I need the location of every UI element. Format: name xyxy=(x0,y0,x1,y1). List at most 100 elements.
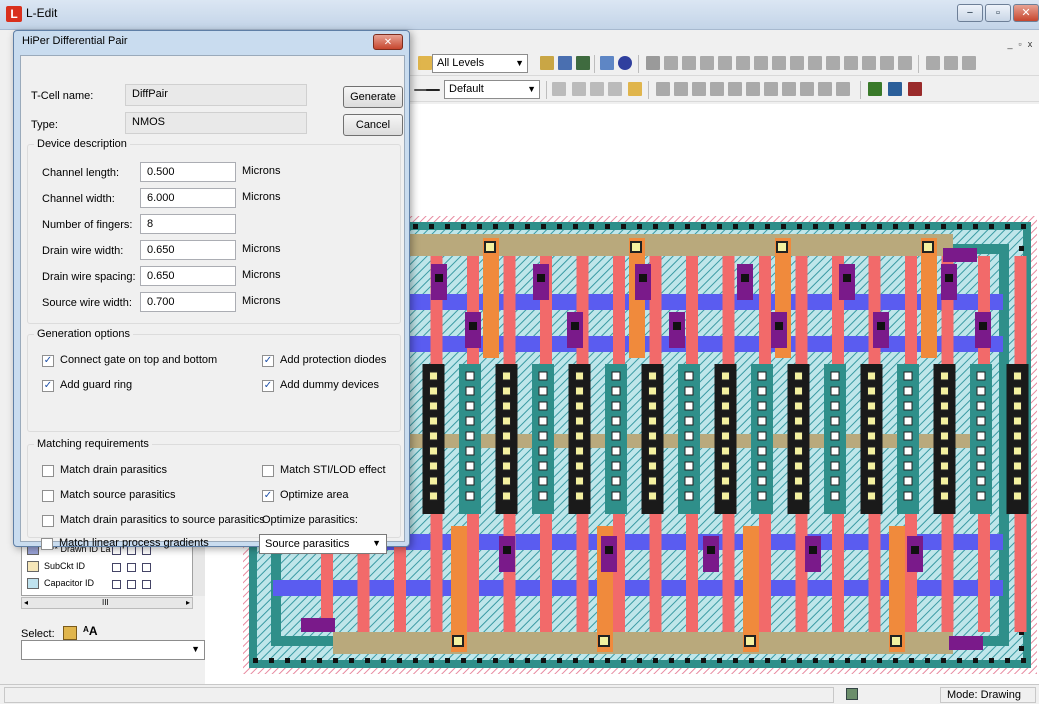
optimize-parasitics-select[interactable]: Source parasitics ▼ xyxy=(259,534,387,554)
port-icon[interactable] xyxy=(590,82,604,96)
match-checkbox[interactable] xyxy=(42,515,54,527)
text-tool-icon[interactable]: ᴬA xyxy=(83,624,98,638)
ruler-tool-icon[interactable] xyxy=(608,82,622,96)
channel-width-input[interactable]: 6.000 xyxy=(140,188,236,208)
copy-icon[interactable] xyxy=(558,56,572,70)
spacing-icon[interactable] xyxy=(674,82,688,96)
guard-contact xyxy=(317,658,322,663)
drc-stop-icon[interactable] xyxy=(908,82,922,96)
guard-contact xyxy=(829,658,834,663)
channel-length-input[interactable]: 0.500 xyxy=(140,162,236,182)
open-folder-icon[interactable] xyxy=(540,56,554,70)
ruler-icon[interactable] xyxy=(962,56,976,70)
mdi-restore-icon[interactable]: ▫ xyxy=(1015,39,1025,53)
select-cursor-icon[interactable] xyxy=(63,626,77,640)
merge-icon[interactable] xyxy=(718,56,732,70)
group-icon[interactable] xyxy=(754,56,768,70)
align-left-icon[interactable] xyxy=(692,82,706,96)
checkmark-icon[interactable]: ✓ xyxy=(42,380,54,392)
pin-icon[interactable] xyxy=(898,56,912,70)
scroll-thumb[interactable]: III xyxy=(102,598,109,607)
label-icon[interactable] xyxy=(572,82,586,96)
align-top-icon[interactable] xyxy=(728,82,742,96)
rotate-icon[interactable] xyxy=(664,56,678,70)
checkmark-icon[interactable]: ✓ xyxy=(262,355,274,367)
contact-via xyxy=(867,416,876,426)
layer-row[interactable]: SubCkt ID xyxy=(22,558,192,575)
slice-icon[interactable] xyxy=(736,56,750,70)
minimize-button[interactable]: − xyxy=(957,4,983,22)
stack-icon[interactable] xyxy=(836,82,850,96)
guard-contact xyxy=(685,224,690,229)
layer-row[interactable]: Capacitor ID xyxy=(22,575,192,592)
guard-contact xyxy=(1019,646,1024,651)
contact-via xyxy=(830,491,840,501)
maximize-button[interactable]: ▫ xyxy=(985,4,1011,22)
style-select[interactable]: Default ▼ xyxy=(444,80,540,99)
ext-icon[interactable] xyxy=(888,82,902,96)
mirror-icon[interactable] xyxy=(700,56,714,70)
hierarchy-icon[interactable] xyxy=(600,56,614,70)
chop-icon[interactable] xyxy=(844,56,858,70)
guard-contact xyxy=(797,658,802,663)
cell-place-icon[interactable] xyxy=(628,82,642,96)
checkmark-icon[interactable]: ✓ xyxy=(262,490,274,502)
align-icon[interactable] xyxy=(646,56,660,70)
dist-h-icon[interactable] xyxy=(800,82,814,96)
drain-wire-spacing-input[interactable]: 0.650 xyxy=(140,266,236,286)
center-v-icon[interactable] xyxy=(782,82,796,96)
contact-via xyxy=(867,371,876,381)
node-hilite-icon[interactable] xyxy=(926,56,940,70)
fingers-input[interactable]: 8 xyxy=(140,214,236,234)
drain-wire-width-input[interactable]: 0.650 xyxy=(140,240,236,260)
flip-icon[interactable] xyxy=(682,56,696,70)
ungroup-icon[interactable] xyxy=(772,56,786,70)
contact-via xyxy=(1013,476,1022,486)
match-checkbox[interactable] xyxy=(262,465,274,477)
mdi-close-icon[interactable]: x xyxy=(1025,39,1035,53)
contact-via xyxy=(429,491,438,501)
contact-via xyxy=(867,446,876,456)
scroll-right-icon[interactable]: ▸ xyxy=(186,598,190,607)
mdi-minimize-icon[interactable]: _ xyxy=(1005,39,1015,53)
guard-contact xyxy=(781,224,786,229)
guard-contact xyxy=(653,658,658,663)
source-wire-width-input[interactable]: 0.700 xyxy=(140,292,236,312)
contact-via xyxy=(611,476,621,486)
select-combo[interactable]: ▼ xyxy=(21,640,205,660)
dist-v-icon[interactable] xyxy=(818,82,832,96)
close-button[interactable]: ✕ xyxy=(1013,4,1039,22)
nibble-icon[interactable] xyxy=(826,56,840,70)
cell-icon[interactable] xyxy=(418,56,432,70)
match-checkbox[interactable] xyxy=(41,538,53,550)
array-icon[interactable] xyxy=(862,56,876,70)
distribute-icon[interactable] xyxy=(656,82,670,96)
align-right-icon[interactable] xyxy=(710,82,724,96)
boolean-icon[interactable] xyxy=(790,56,804,70)
grow-icon[interactable] xyxy=(808,56,822,70)
shade-icon[interactable] xyxy=(618,56,632,70)
dialog-close-button[interactable]: ✕ xyxy=(373,34,403,50)
center-h-icon[interactable] xyxy=(764,82,778,96)
drc-icon[interactable] xyxy=(868,82,882,96)
guard-contact xyxy=(333,658,338,663)
contact-via xyxy=(648,371,657,381)
scroll-left-icon[interactable]: ◂ xyxy=(24,598,28,607)
checkmark-icon[interactable]: ✓ xyxy=(42,355,54,367)
levels-select[interactable]: All Levels ▼ xyxy=(432,54,528,73)
paste-icon[interactable] xyxy=(576,56,590,70)
checkmark-icon[interactable]: ✓ xyxy=(262,380,274,392)
cancel-button[interactable]: Cancel xyxy=(343,114,403,136)
match-checkbox[interactable] xyxy=(42,465,54,477)
align-bottom-icon[interactable] xyxy=(746,82,760,96)
cross-section-icon[interactable] xyxy=(944,56,958,70)
generate-button[interactable]: Generate xyxy=(343,86,403,108)
guard-contact xyxy=(813,658,818,663)
match-checkbox[interactable] xyxy=(42,490,54,502)
guard-contact xyxy=(253,658,258,663)
wire-line-icon[interactable] xyxy=(426,89,440,91)
layer-list-hscroll[interactable]: ◂ III ▸ xyxy=(21,597,193,609)
text-icon[interactable] xyxy=(552,82,566,96)
instance-icon[interactable] xyxy=(880,56,894,70)
guard-contact xyxy=(605,658,610,663)
